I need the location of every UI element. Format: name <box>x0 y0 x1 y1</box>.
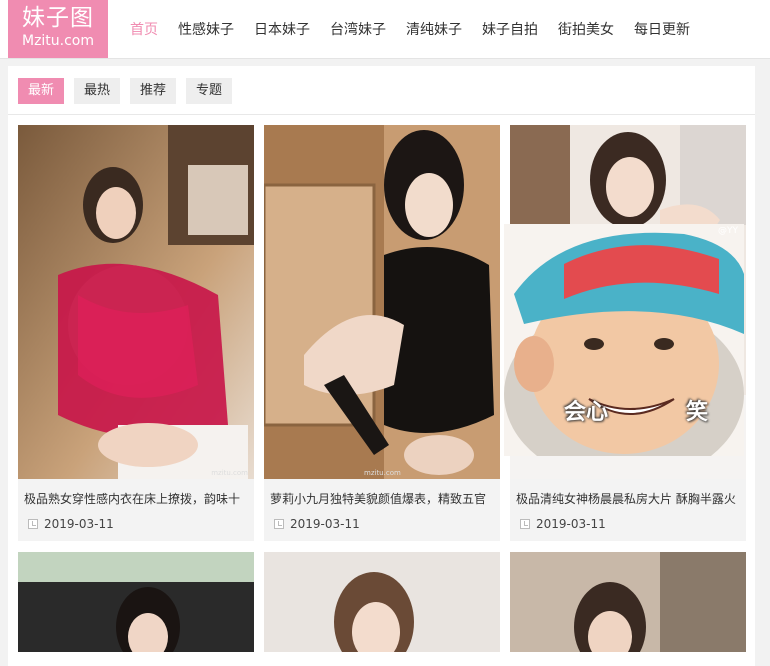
card-thumbnail[interactable]: mzitu.com <box>18 125 254 479</box>
card-thumbnail[interactable]: mzitu.com <box>264 125 500 479</box>
card-date: 2019-03-11 <box>274 517 360 531</box>
card-thumbnail <box>510 552 746 652</box>
date-text: 2019-03-11 <box>44 517 114 531</box>
tab-hottest[interactable]: 最热 <box>74 78 121 104</box>
meme-sticker: 会心 笑 @YY <box>504 224 744 456</box>
image-watermark: mzitu.com <box>364 469 401 477</box>
card-date: 2019-03-11 <box>28 517 114 531</box>
card-title[interactable]: 极品清纯女神杨晨晨私房大片 酥胸半露火 <box>516 489 744 509</box>
nav-selfie[interactable]: 妹子自拍 <box>472 19 548 39</box>
tab-latest[interactable]: 最新 <box>18 78 65 104</box>
gallery-card[interactable] <box>510 552 746 652</box>
main-nav: 首页 性感妹子 日本妹子 台湾妹子 清纯妹子 妹子自拍 街拍美女 每日更新 <box>120 0 700 58</box>
sort-tabs: 最新 最热 推荐 专题 <box>18 78 242 104</box>
gallery-card[interactable] <box>18 552 254 652</box>
gallery-card[interactable]: mzitu.com 萝莉小九月独特美貌颜值爆表，精致五官 2019-03-11 <box>264 125 500 541</box>
logo-text-en: Mzitu.com <box>21 33 95 49</box>
nav-street[interactable]: 街拍美女 <box>548 19 624 39</box>
tab-recommended[interactable]: 推荐 <box>130 78 177 104</box>
date-text: 2019-03-11 <box>290 517 360 531</box>
gallery-card[interactable] <box>264 552 500 652</box>
logo-text-cn: 妹子图 <box>22 5 94 31</box>
meme-tag: @YY <box>718 226 738 236</box>
nav-daily[interactable]: 每日更新 <box>624 19 700 39</box>
meme-caption-left: 会心 <box>564 400 609 425</box>
image-watermark: mzitu.com <box>211 469 248 477</box>
card-date: 2019-03-11 <box>520 517 606 531</box>
clock-icon <box>274 519 284 529</box>
card-thumbnail <box>18 552 254 652</box>
nav-japan[interactable]: 日本妹子 <box>244 19 320 39</box>
card-title[interactable]: 萝莉小九月独特美貌颜值爆表，精致五官 <box>270 489 498 509</box>
date-text: 2019-03-11 <box>536 517 606 531</box>
meme-caption-right: 笑 <box>686 400 709 425</box>
tabs-divider <box>8 114 755 115</box>
card-thumbnail <box>264 552 500 652</box>
card-title[interactable]: 极品熟女穿性感内衣在床上撩拨，韵味十 <box>24 489 252 509</box>
nav-pure[interactable]: 清纯妹子 <box>396 19 472 39</box>
nav-taiwan[interactable]: 台湾妹子 <box>320 19 396 39</box>
clock-icon <box>28 519 38 529</box>
tab-topics[interactable]: 专题 <box>186 78 233 104</box>
site-logo[interactable]: 妹子图 Mzitu.com <box>8 0 108 58</box>
site-header: 妹子图 Mzitu.com 首页 性感妹子 日本妹子 台湾妹子 清纯妹子 妹子自… <box>0 0 770 59</box>
clock-icon <box>520 519 530 529</box>
nav-sexy[interactable]: 性感妹子 <box>168 19 244 39</box>
gallery-card[interactable]: mzitu.com 极品熟女穿性感内衣在床上撩拨，韵味十 2019-03-11 <box>18 125 254 541</box>
nav-home[interactable]: 首页 <box>120 19 168 39</box>
